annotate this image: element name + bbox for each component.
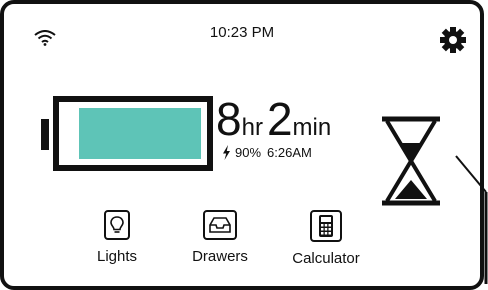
charge-detail: 90% 6:26AM	[222, 145, 312, 160]
calculator-icon	[310, 210, 342, 242]
time-remaining: 8hr2min	[216, 96, 335, 142]
lights-app-button[interactable]: Lights	[87, 210, 147, 265]
scroll-handle[interactable]	[452, 154, 488, 284]
gear-icon[interactable]	[439, 26, 467, 54]
device-screen: 10:23 PM 8hr2min 90% 6:26AM Lights Drawe…	[0, 0, 488, 290]
lightbulb-icon	[104, 210, 130, 240]
drawers-label: Drawers	[192, 248, 248, 265]
remaining-minutes: 2	[266, 93, 293, 145]
drawers-app-button[interactable]: Drawers	[180, 210, 260, 265]
hourglass-icon[interactable]	[380, 116, 442, 206]
status-time: 10:23 PM	[209, 24, 275, 41]
battery-terminal	[41, 119, 49, 150]
battery-body	[53, 96, 213, 171]
charge-percent: 90%	[235, 145, 262, 160]
calculator-label: Calculator	[292, 250, 360, 267]
remaining-hours: 8	[216, 93, 242, 145]
lights-label: Lights	[96, 248, 138, 265]
minutes-unit: min	[292, 114, 332, 141]
calculator-app-button[interactable]: Calculator	[276, 210, 376, 267]
full-charge-time: 6:26AM	[267, 145, 312, 160]
drawer-tray-icon	[203, 210, 237, 240]
battery-fill	[79, 108, 201, 159]
battery-indicator	[41, 96, 213, 171]
lightning-bolt-icon	[223, 145, 230, 160]
hours-unit: hr	[241, 114, 263, 141]
